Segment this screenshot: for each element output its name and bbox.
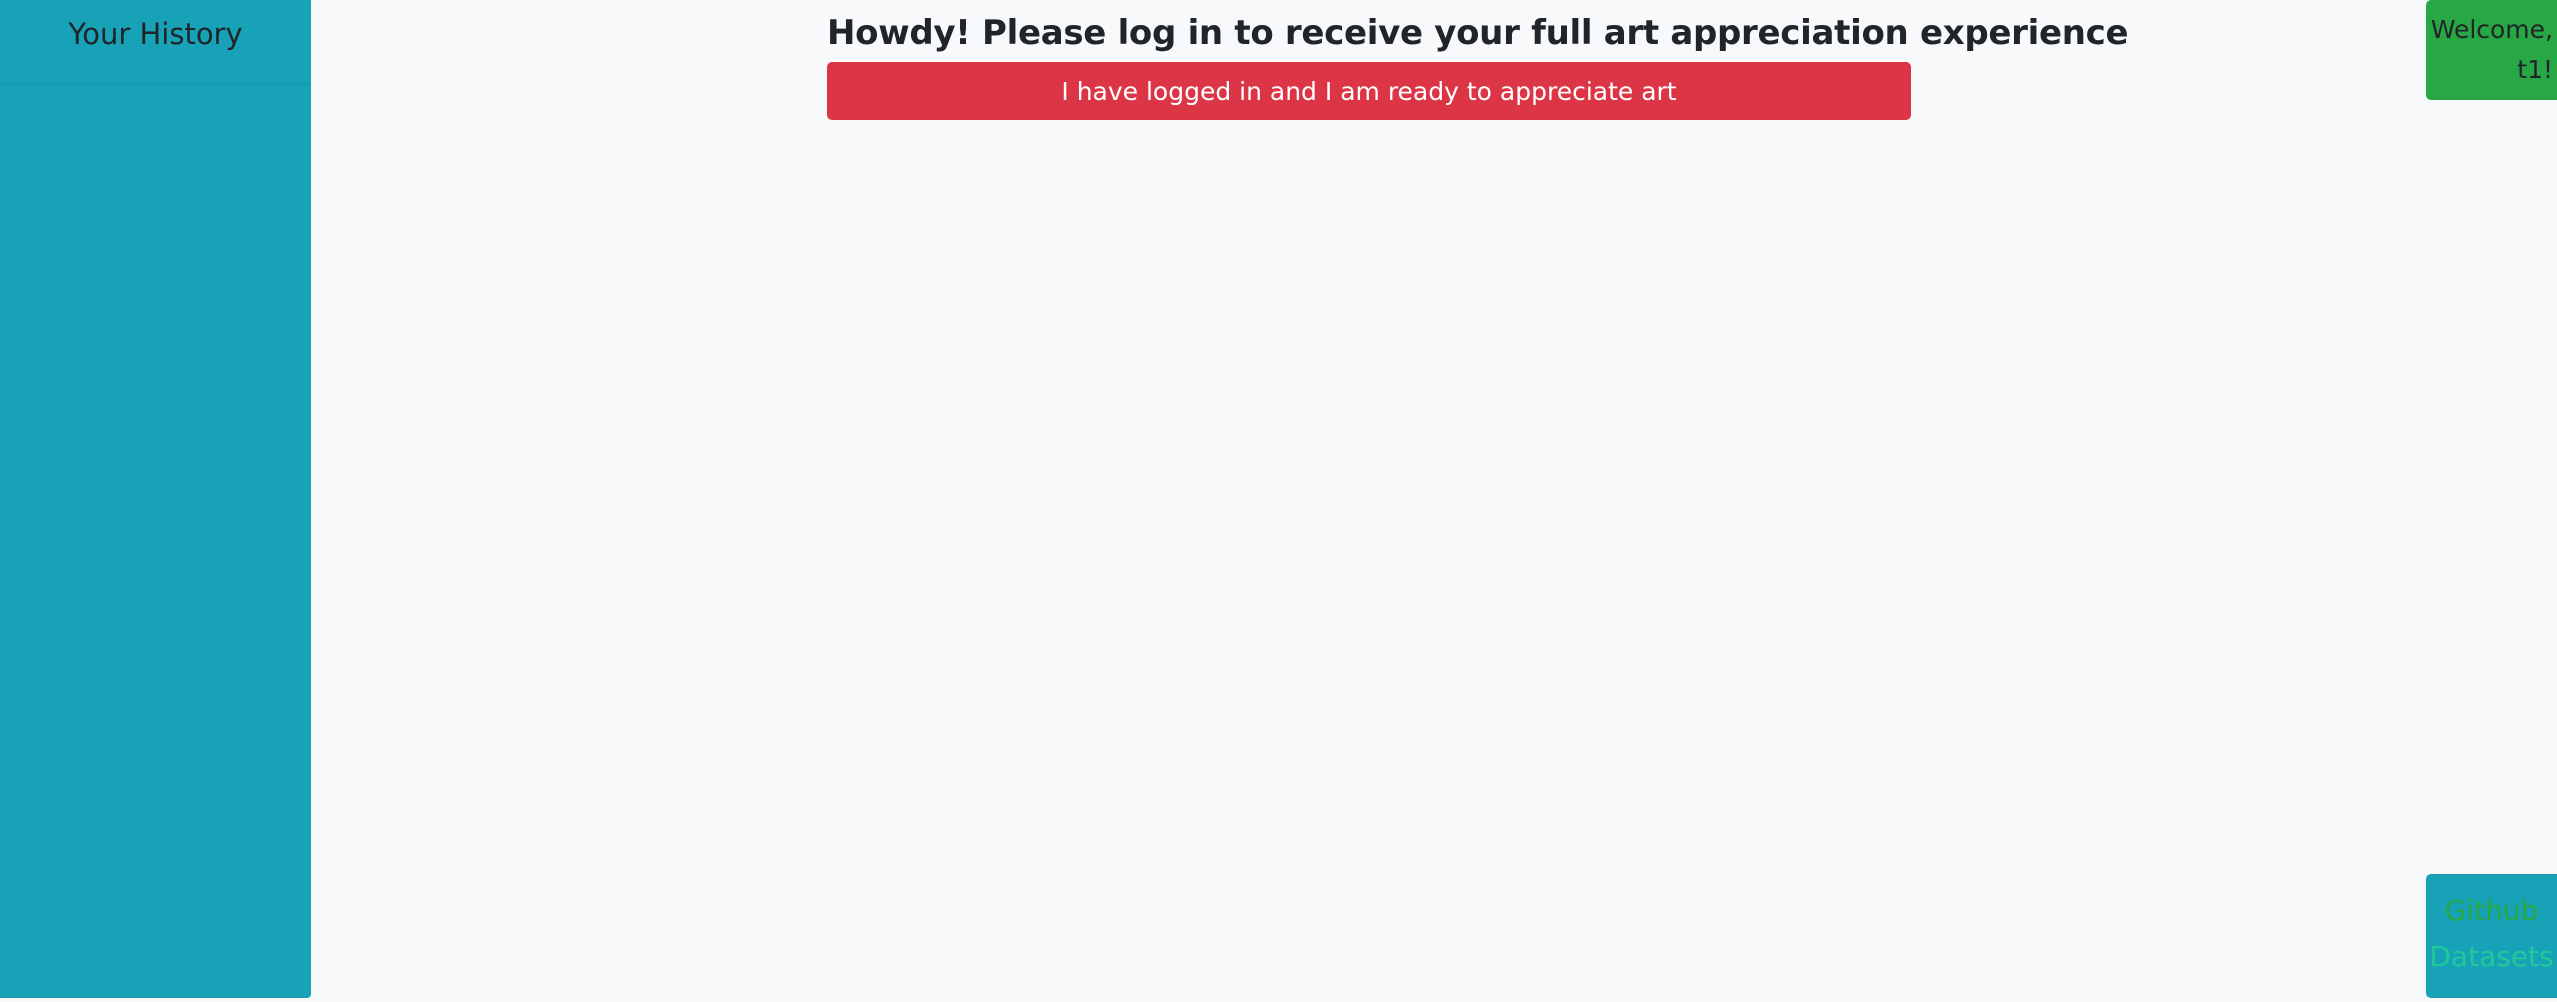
history-sidebar: Your History [0, 0, 311, 998]
logged-in-button[interactable]: I have logged in and I am ready to appre… [827, 62, 1911, 120]
sidebar-title: Your History [68, 16, 243, 51]
welcome-badge: Welcome, t1! [2426, 0, 2557, 100]
datasets-link[interactable]: Datasets [2426, 934, 2557, 980]
external-links-panel: Github Datasets [2426, 874, 2557, 998]
sidebar-header: Your History [0, 0, 311, 84]
page-heading: Howdy! Please log in to receive your ful… [827, 13, 2129, 53]
main-content: Howdy! Please log in to receive your ful… [827, 0, 2129, 120]
github-link[interactable]: Github [2426, 888, 2557, 934]
